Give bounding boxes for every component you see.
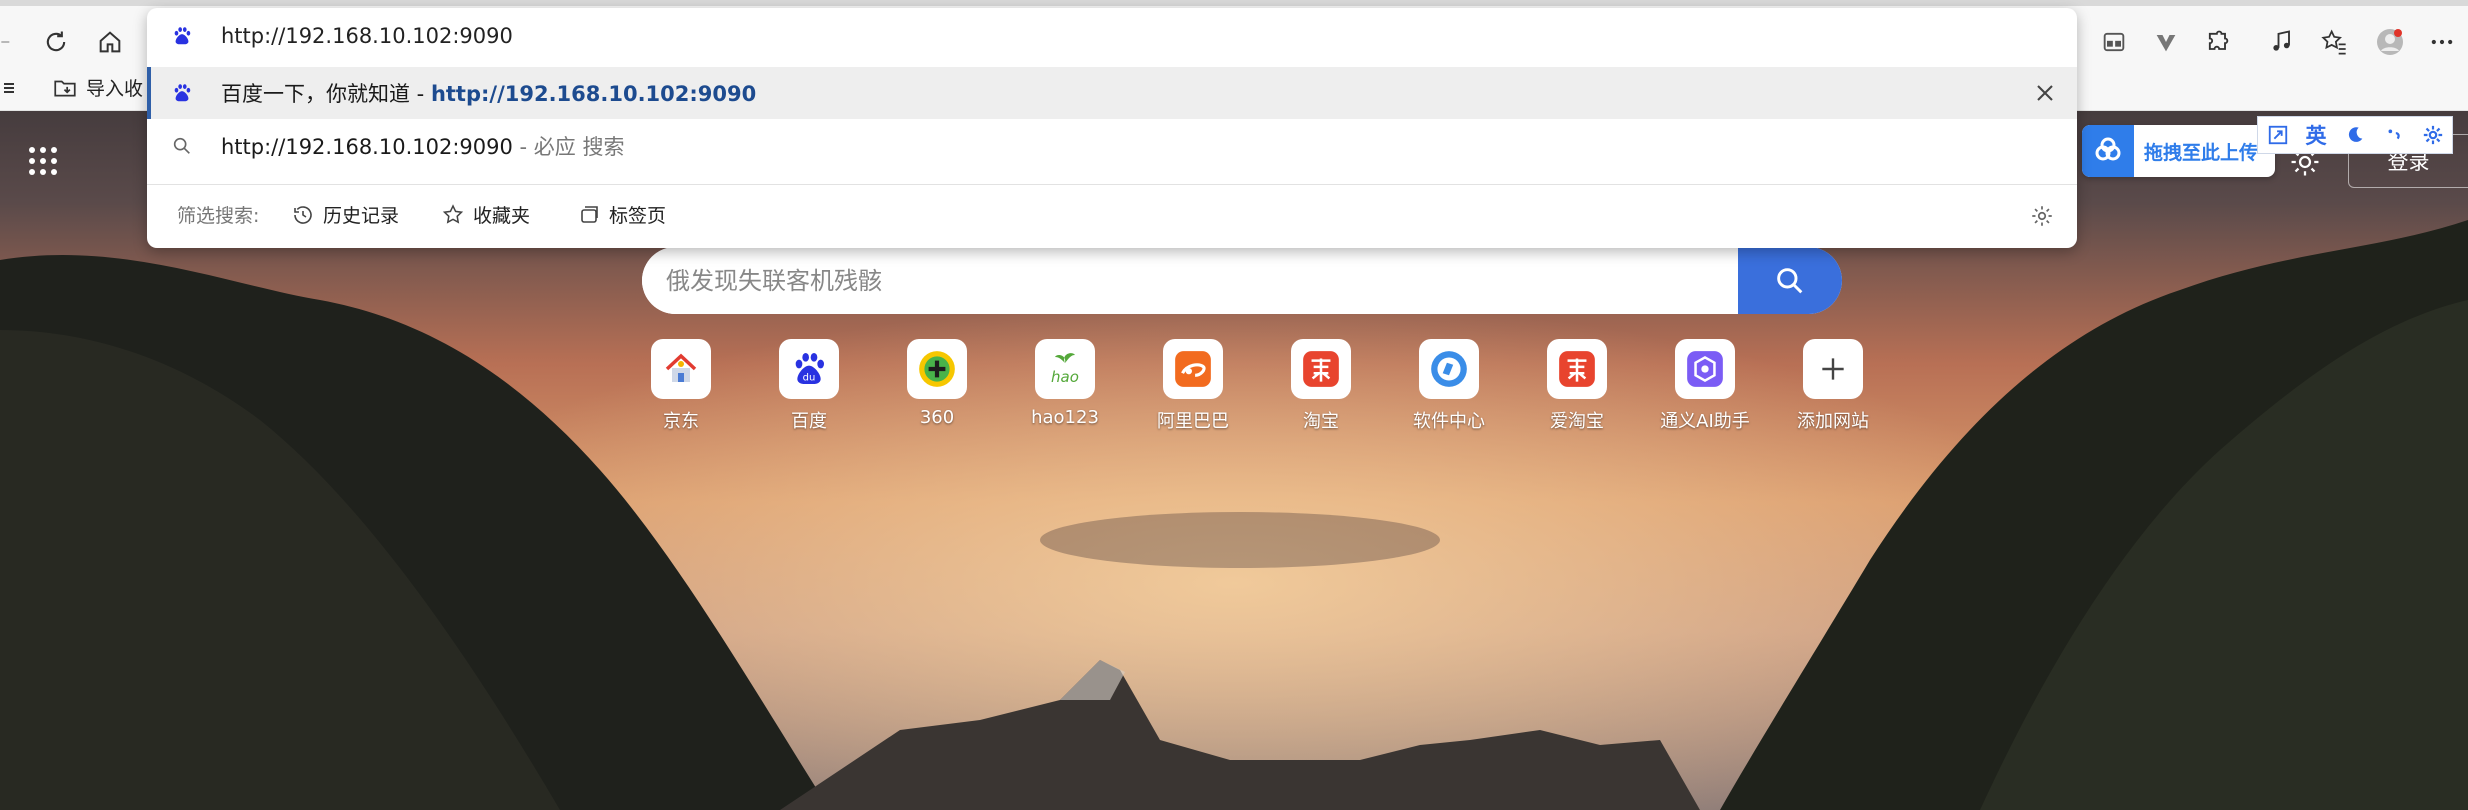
search-input[interactable] <box>642 247 1738 314</box>
shortcut-hao123[interactable]: hao hao123 <box>1020 339 1110 428</box>
shortcut-jd[interactable]: 京东 <box>636 339 726 433</box>
extension-v-button[interactable] <box>2148 24 2184 60</box>
shortcut-label: 京东 <box>663 411 699 432</box>
suggestion-bing-suffix: - 必应 搜索 <box>512 135 625 159</box>
alibaba-icon <box>1163 339 1223 399</box>
shortcut-tongyi[interactable]: 通义AI助手 <box>1660 339 1750 433</box>
suggestion-baidu-text: 百度一下，你就知道 - http://192.168.10.102:9090 <box>221 78 756 108</box>
apps-grid-icon[interactable] <box>27 145 59 177</box>
suggestion-bing-text: http://192.168.10.102:9090 - 必应 搜索 <box>221 131 624 161</box>
shortcut-label: 百度 <box>791 411 827 432</box>
profile-button[interactable] <box>2372 24 2408 60</box>
baidu-paw-icon: du <box>779 339 839 399</box>
filter-history-label: 历史记录 <box>323 205 400 227</box>
shortcut-baidu[interactable]: du 百度 <box>764 339 854 433</box>
shortcut-360[interactable]: 360 <box>892 339 982 428</box>
suggestion-baidu-url: http://192.168.10.102:9090 <box>430 82 757 106</box>
more-menu-button[interactable] <box>2424 24 2460 60</box>
shortcut-ai-taobao[interactable]: 爱淘宝 <box>1532 339 1622 433</box>
shortcut-add-site[interactable]: 添加网站 <box>1788 339 1878 433</box>
hao123-icon: hao <box>1035 339 1095 399</box>
search-filter-row: 筛选搜索: 历史记录 收藏夹 标签页 <box>147 184 2077 244</box>
shortcut-label: 爱淘宝 <box>1550 411 1604 432</box>
svg-text:du: du <box>803 373 816 384</box>
shortcut-label: 软件中心 <box>1413 411 1485 432</box>
filter-tabs-chip[interactable]: 标签页 <box>577 201 666 228</box>
tongyi-icon <box>1675 339 1735 399</box>
more-dots-icon <box>2431 39 2453 45</box>
vpn-icon <box>2156 35 2176 52</box>
import-favorites-button[interactable]: 导入收 <box>52 74 143 101</box>
app-grid-icon <box>2103 32 2125 52</box>
plus-icon <box>1803 339 1863 399</box>
import-folder-icon <box>54 80 76 96</box>
suggestion-bing-search[interactable]: http://192.168.10.102:9090 - 必应 搜索 <box>147 120 2077 172</box>
suggestion-bing-url: http://192.168.10.102:9090 <box>221 135 513 159</box>
puzzle-icon <box>2208 30 2229 50</box>
media-button[interactable] <box>2264 24 2300 60</box>
software-center-icon <box>1419 339 1479 399</box>
address-input-value[interactable]: http://192.168.10.102:9090 <box>221 24 513 48</box>
refresh-button[interactable] <box>38 24 74 60</box>
import-favorites-label: 导入收 <box>86 78 144 100</box>
ime-settings-gear-icon[interactable] <box>2422 124 2444 146</box>
baidu-paw-icon <box>169 23 195 49</box>
360-icon <box>907 339 967 399</box>
punctuation-icon[interactable] <box>2383 124 2405 146</box>
search-box <box>642 247 1842 314</box>
favorites-star-icon <box>2321 29 2346 55</box>
close-icon[interactable] <box>2031 79 2059 107</box>
cloud-drive-icon <box>2082 125 2134 177</box>
shortcut-label: 通义AI助手 <box>1660 411 1750 432</box>
search-button[interactable] <box>1738 247 1842 314</box>
back-button[interactable] <box>0 24 16 60</box>
search-icon <box>169 133 195 159</box>
filter-tabs-label: 标签页 <box>609 205 667 227</box>
shortcut-software-center[interactable]: 软件中心 <box>1404 339 1494 433</box>
shortcut-taobao[interactable]: 淘宝 <box>1276 339 1366 433</box>
filter-label: 筛选搜索: <box>177 205 260 227</box>
suggestion-baidu[interactable]: 百度一下，你就知道 - http://192.168.10.102:9090 <box>147 67 2077 119</box>
home-button[interactable] <box>92 24 128 60</box>
baidu-paw-icon <box>169 80 195 106</box>
search-icon <box>1777 267 1803 293</box>
suggestion-baidu-title: 百度一下，你就知道 - <box>221 82 431 106</box>
settings-gear-icon[interactable] <box>2029 203 2055 229</box>
moon-icon[interactable] <box>2344 124 2366 146</box>
ime-toolbar: 英 <box>2257 116 2453 154</box>
ai-taobao-icon <box>1547 339 1607 399</box>
jd-house-icon <box>651 339 711 399</box>
filter-favorites-chip[interactable]: 收藏夹 <box>441 201 530 228</box>
extensions-button[interactable] <box>2200 24 2236 60</box>
shortcut-label: hao123 <box>1031 407 1099 428</box>
refresh-icon <box>46 31 66 52</box>
taobao-icon <box>1291 339 1351 399</box>
shortcut-label: 阿里巴巴 <box>1157 411 1229 432</box>
star-icon <box>442 203 464 224</box>
favorites-button[interactable] <box>2316 24 2352 60</box>
cloud-upload-drop-target[interactable]: 拖拽至此上传 <box>2082 125 2275 177</box>
history-icon <box>294 205 312 224</box>
ime-mode-label[interactable]: 英 <box>2306 120 2327 150</box>
shortcut-label: 360 <box>919 407 955 428</box>
ime-expand-icon[interactable] <box>2267 124 2289 146</box>
svg-text:hao: hao <box>1051 368 1079 386</box>
music-icon <box>2273 30 2290 51</box>
avatar-icon <box>2377 29 2403 55</box>
filter-favorites-label: 收藏夹 <box>473 205 531 227</box>
favorites-bar-edge-icon <box>2 76 16 104</box>
address-bar-dropdown: http://192.168.10.102:9090 百度一下，你就知道 - h… <box>147 8 2077 248</box>
shortcut-alibaba[interactable]: 阿里巴巴 <box>1148 339 1238 433</box>
shortcut-label: 添加网站 <box>1797 411 1869 432</box>
app-button[interactable] <box>2096 24 2132 60</box>
shortcut-label: 淘宝 <box>1303 411 1339 432</box>
address-input-row[interactable]: http://192.168.10.102:9090 <box>147 8 2077 64</box>
home-icon <box>99 31 121 53</box>
tabs-icon <box>581 205 598 223</box>
filter-history-chip[interactable]: 历史记录 <box>291 201 399 228</box>
upload-label: 拖拽至此上传 <box>2144 141 2259 164</box>
